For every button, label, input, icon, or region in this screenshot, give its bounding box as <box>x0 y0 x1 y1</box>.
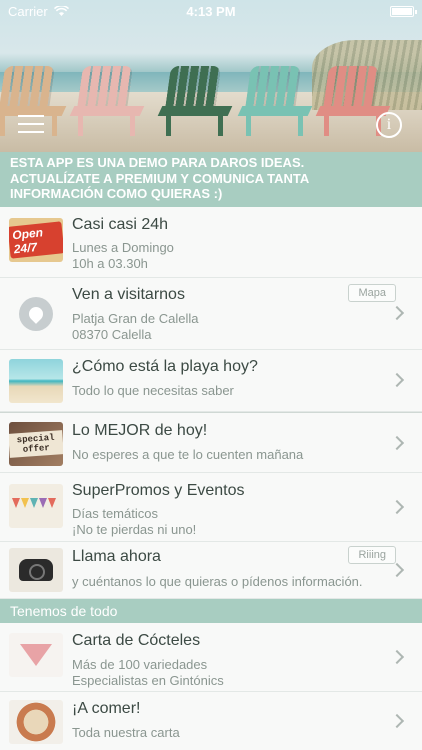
chevron-right-icon <box>389 713 405 729</box>
list-item-beach[interactable]: ¿Cómo está la playa hoy? Todo lo que nec… <box>0 350 422 412</box>
chevron-right-icon <box>389 435 405 451</box>
call-button[interactable]: Riiing <box>348 546 396 564</box>
item-subtitle: 10h a 03.30h <box>72 256 148 271</box>
info-icon[interactable]: i <box>376 112 402 138</box>
beach-thumbnail <box>9 359 63 403</box>
open-24-7-thumbnail: Open 24/7 <box>9 218 63 262</box>
item-subtitle: Toda nuestra carta <box>72 725 180 740</box>
item-title: ¿Cómo está la playa hoy? <box>72 358 258 375</box>
demo-banner: ESTA APP ES UNA DEMO PARA DAROS IDEAS. A… <box>0 152 422 207</box>
item-title: Llama ahora <box>72 548 161 565</box>
hero-chair <box>237 66 313 136</box>
item-title: Carta de Cócteles <box>72 632 201 649</box>
item-title: ¡A comer! <box>72 700 141 717</box>
list-item-call[interactable]: Llama ahora Riiing y cuéntanos lo que qu… <box>0 542 422 599</box>
list-item-location[interactable]: Ven a visitarnos Mapa Platja Gran de Cal… <box>0 278 422 350</box>
telephone-thumbnail <box>9 548 63 592</box>
wifi-icon <box>53 5 69 16</box>
list-item-promos[interactable]: SuperPromos y Eventos Días temáticos ¡No… <box>0 473 422 542</box>
map-button[interactable]: Mapa <box>348 284 396 302</box>
content-list: Open 24/7 Casi casi 24h Lunes a Domingo … <box>0 207 422 750</box>
item-subtitle: Días temáticos <box>72 506 158 521</box>
chevron-right-icon <box>389 649 405 665</box>
item-title: Ven a visitarnos <box>72 286 185 303</box>
item-title: Casi casi 24h <box>72 216 169 233</box>
battery-icon <box>390 5 417 17</box>
item-subtitle: Todo lo que necesitas saber <box>72 383 234 398</box>
list-item-hours[interactable]: Open 24/7 Casi casi 24h Lunes a Domingo … <box>0 207 422 278</box>
list-item-best-today[interactable]: special offer Lo MEJOR de hoy! No espere… <box>0 412 422 473</box>
banner-line: ESTA APP ES UNA DEMO PARA DAROS IDEAS. <box>10 155 305 170</box>
item-subtitle: No esperes a que te lo cuenten mañana <box>72 447 304 462</box>
item-subtitle: Platja Gran de Calella <box>72 311 199 326</box>
banner-line: INFORMACIÓN COMO QUIERAS :) <box>10 186 223 201</box>
list-item-cocktails[interactable]: Carta de Cócteles Más de 100 variedades … <box>0 623 422 692</box>
location-pin-icon <box>9 292 63 336</box>
item-title: Lo MEJOR de hoy! <box>72 422 208 439</box>
item-title: SuperPromos y Eventos <box>72 482 245 499</box>
item-subtitle: ¡No te pierdas ni uno! <box>72 522 197 537</box>
food-thumbnail <box>9 700 63 744</box>
chevron-right-icon <box>389 305 405 321</box>
header-hero-image: i <box>0 0 422 152</box>
section-header: Tenemos de todo <box>0 599 422 623</box>
chevron-right-icon <box>389 372 405 388</box>
hero-chair <box>69 66 145 136</box>
item-subtitle: y cuéntanos lo que quieras o pídenos inf… <box>72 574 363 589</box>
chevron-right-icon <box>389 562 405 578</box>
item-subtitle: 08370 Calella <box>72 327 152 342</box>
item-subtitle: Lunes a Domingo <box>72 240 174 255</box>
item-subtitle: Más de 100 variedades <box>72 657 208 672</box>
cocktail-thumbnail <box>9 633 63 677</box>
banner-line: ACTUALÍZATE A PREMIUM Y COMUNICA TANTA <box>10 170 310 186</box>
list-item-food[interactable]: ¡A comer! Toda nuestra carta <box>0 692 422 750</box>
bunting-flags-thumbnail <box>9 484 63 528</box>
chevron-right-icon <box>389 499 405 515</box>
hero-chair <box>157 66 233 136</box>
hamburger-icon[interactable] <box>18 115 44 133</box>
status-bar: Carrier 4:13 PM <box>0 0 422 22</box>
carrier-label: Carrier <box>8 3 48 19</box>
item-subtitle: Especialistas en Gintónics <box>72 673 224 688</box>
special-offer-thumbnail: special offer <box>9 422 63 466</box>
